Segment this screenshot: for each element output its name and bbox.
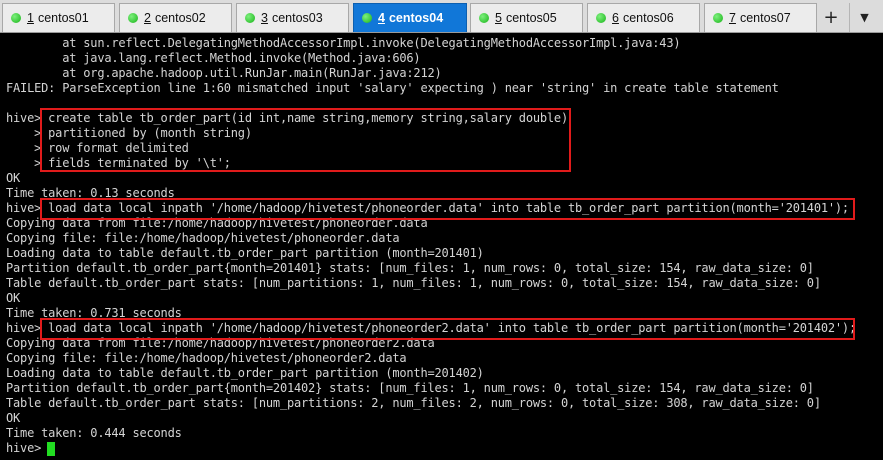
terminal-line: Copying file: file:/home/hadoop/hivetest…: [6, 231, 400, 245]
tab-centos02[interactable]: 2 centos02: [119, 3, 232, 32]
tab-centos04[interactable]: 4 centos04: [353, 3, 467, 32]
terminal-line: OK: [6, 171, 21, 185]
plus-icon: +: [823, 7, 839, 28]
tab-label: centos02: [154, 11, 206, 25]
tab-label: centos04: [388, 11, 444, 25]
terminal-line: Partition default.tb_order_part{month=20…: [6, 381, 814, 395]
terminal-line: OK: [6, 291, 21, 305]
terminal-output[interactable]: at sun.reflect.DelegatingMethodAccessorI…: [0, 33, 883, 460]
highlight-box-load-201401: [40, 198, 855, 220]
tab-centos06[interactable]: 6 centos06: [587, 3, 700, 32]
tab-number: 7: [729, 11, 736, 25]
tab-label: centos01: [37, 11, 89, 25]
terminal-line: at java.lang.reflect.Method.invoke(Metho…: [6, 51, 421, 65]
terminal-line: Loading data to table default.tb_order_p…: [6, 366, 484, 380]
terminal-line: Loading data to table default.tb_order_p…: [6, 246, 484, 260]
status-dot-icon: [596, 13, 606, 23]
terminal-line: Time taken: 0.444 seconds: [6, 426, 182, 440]
terminal-line: Partition default.tb_order_part{month=20…: [6, 261, 814, 275]
terminal-line: Table default.tb_order_part stats: [num_…: [6, 276, 821, 290]
tab-centos05[interactable]: 5 centos05: [470, 3, 583, 32]
terminal-line: Table default.tb_order_part stats: [num_…: [6, 396, 821, 410]
terminal-line: Copying file: file:/home/hadoop/hivetest…: [6, 351, 407, 365]
tab-label: centos07: [739, 11, 791, 25]
terminal-line: at org.apache.hadoop.util.RunJar.main(Ru…: [6, 66, 442, 80]
highlight-box-load-201402: [40, 318, 855, 340]
tab-centos01[interactable]: 1 centos01: [2, 3, 115, 32]
terminal-line: at sun.reflect.DelegatingMethodAccessorI…: [6, 36, 681, 50]
status-dot-icon: [245, 13, 255, 23]
new-tab-button[interactable]: +: [819, 3, 843, 32]
tab-number: 1: [27, 11, 34, 25]
highlight-box-create-table: [40, 108, 571, 172]
status-dot-icon: [479, 13, 489, 23]
tab-label: centos06: [622, 11, 674, 25]
terminal-line: OK: [6, 411, 21, 425]
tab-label: centos03: [271, 11, 323, 25]
tab-label: centos05: [505, 11, 557, 25]
terminal-line: FAILED: ParseException line 1:60 mismatc…: [6, 81, 779, 95]
tab-centos03[interactable]: 3 centos03: [236, 3, 349, 32]
status-dot-icon: [128, 13, 138, 23]
tab-number: 4: [378, 11, 385, 25]
status-dot-icon: [11, 13, 21, 23]
tab-number: 3: [261, 11, 268, 25]
terminal-prompt: hive>: [6, 441, 49, 455]
chevron-down-icon: ▼: [860, 11, 869, 24]
tab-centos07[interactable]: 7 centos07: [704, 3, 817, 32]
status-dot-icon: [362, 13, 372, 23]
tab-number: 2: [144, 11, 151, 25]
tab-number: 6: [612, 11, 619, 25]
terminal-cursor: [47, 442, 55, 456]
status-dot-icon: [713, 13, 723, 23]
tab-bar: 1 centos01 2 centos02 3 centos03 4 cento…: [0, 0, 883, 33]
tab-number: 5: [495, 11, 502, 25]
tab-list-button[interactable]: ▼: [849, 3, 879, 32]
